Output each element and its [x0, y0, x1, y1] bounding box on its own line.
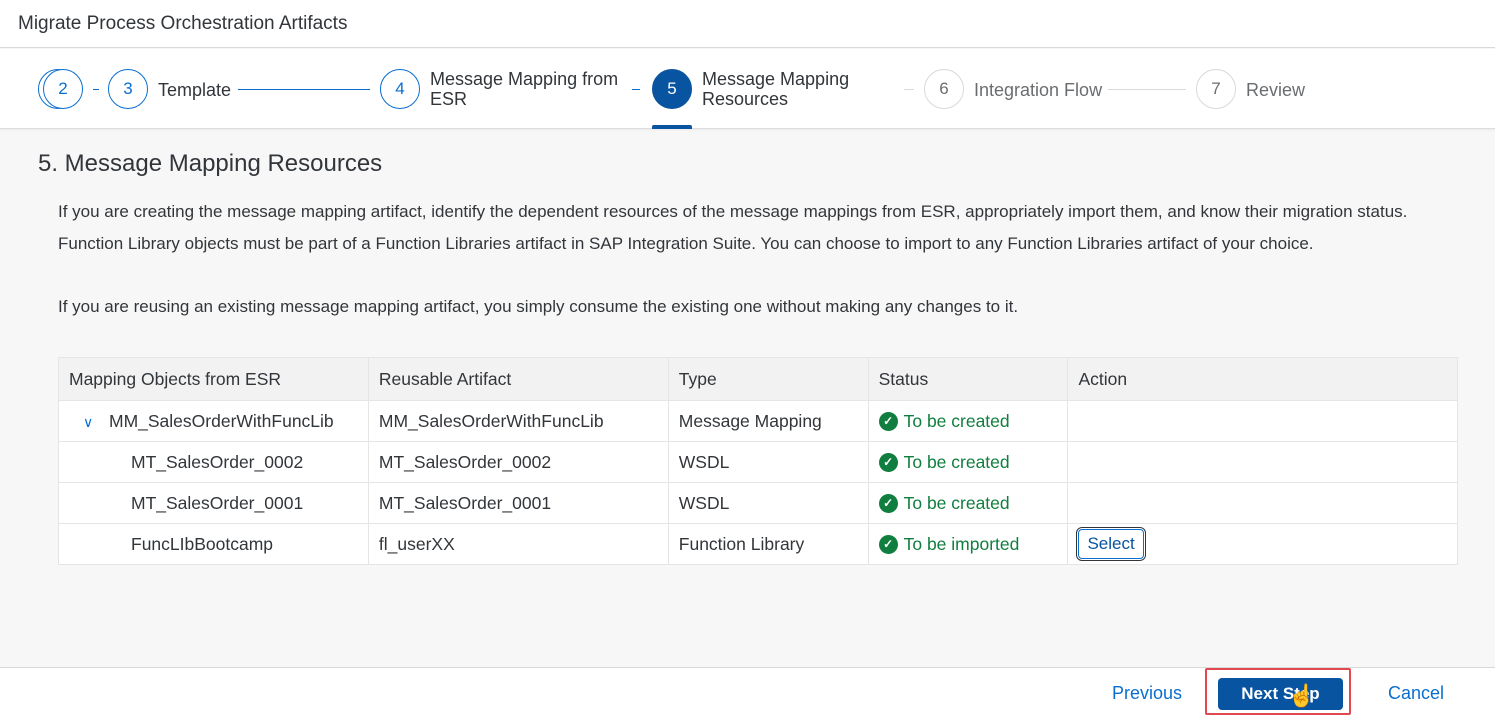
dialog-title: Migrate Process Orchestration Artifacts [18, 13, 348, 34]
check-circle-icon: ✓ [878, 452, 898, 472]
status-text: To be created [903, 410, 1010, 431]
cell-action [1067, 400, 1458, 442]
column-header: Mapping Objects from ESR [58, 357, 369, 401]
cell-artifact: MM_SalesOrderWithFuncLib [367, 400, 669, 442]
column-header: Type [667, 357, 869, 401]
connector-6-7 [1108, 89, 1186, 90]
wizard-step-6[interactable]: 6 [924, 69, 964, 109]
object-name: MM_SalesOrderWithFuncLib [109, 410, 334, 431]
wizard-step-3-label[interactable]: Template [158, 80, 231, 100]
cell-artifact: MT_SalesOrder_0002 [367, 441, 669, 483]
cell-status: ✓ To be imported [867, 523, 1069, 565]
connector-5-6 [904, 89, 914, 90]
cell-type: Message Mapping [667, 400, 869, 442]
cell-artifact: fl_userXX [367, 523, 669, 565]
wizard-step-7-label[interactable]: Review [1246, 80, 1305, 100]
description-line-2: Function Library objects must be part of… [58, 234, 1314, 253]
footer-bar: Previous Next Step Cancel [0, 667, 1495, 715]
wizard-step-7[interactable]: 7 [1196, 69, 1236, 109]
cell-action [1067, 482, 1458, 524]
cell-object: MT_SalesOrder_0002 [58, 441, 369, 483]
status-text: To be imported [903, 533, 1020, 554]
cell-action: Select [1067, 523, 1458, 565]
table-row: FuncLIbBootcamp fl_userXX Function Libra… [58, 523, 1458, 565]
column-header: Status [867, 357, 1069, 401]
check-circle-icon: ✓ [878, 411, 898, 431]
cell-status: ✓ To be created [867, 441, 1069, 483]
select-button[interactable]: Select [1076, 527, 1146, 561]
wizard-step-5[interactable]: 5 [652, 69, 692, 109]
description-line-1: If you are creating the message mapping … [58, 202, 1408, 221]
wizard-step-6-label[interactable]: Integration Flow [974, 80, 1102, 100]
cell-status: ✓ To be created [867, 482, 1069, 524]
wizard-progress-bar: 2 3 Template 4 Message Mapping from ESR … [0, 49, 1495, 129]
column-header: Action [1067, 357, 1458, 401]
cell-type: WSDL [667, 482, 869, 524]
section-title: 5. Message Mapping Resources [38, 150, 383, 177]
title-bar: Migrate Process Orchestration Artifacts [0, 0, 1495, 48]
status-text: To be created [903, 492, 1010, 513]
table-row: ∨ MM_SalesOrderWithFuncLib MM_SalesOrderW… [58, 400, 1458, 442]
connector-4-5 [632, 89, 640, 90]
cancel-button[interactable]: Cancel [1388, 683, 1444, 704]
hand-pointer-icon: ☝ [1288, 683, 1316, 708]
description-reuse: If you are reusing an existing message m… [58, 297, 1019, 316]
wizard-step-2[interactable]: 2 [43, 69, 83, 109]
check-circle-icon: ✓ [878, 534, 898, 554]
chevron-down-icon[interactable]: ∨ [83, 414, 103, 431]
cell-object: MT_SalesOrder_0001 [58, 482, 369, 524]
table-row: MT_SalesOrder_0001 MT_SalesOrder_0001 WS… [58, 482, 1458, 524]
cell-artifact: MT_SalesOrder_0001 [367, 482, 669, 524]
active-step-indicator [652, 125, 692, 129]
connector-3-4 [238, 89, 370, 90]
wizard-step-4-label[interactable]: Message Mapping from ESR [430, 69, 630, 109]
table-row: MT_SalesOrder_0002 MT_SalesOrder_0002 WS… [58, 441, 1458, 483]
wizard-step-5-label[interactable]: Message Mapping Resources [702, 69, 882, 109]
column-header: Reusable Artifact [367, 357, 669, 401]
cell-object: FuncLIbBootcamp [58, 523, 369, 565]
previous-button[interactable]: Previous [1112, 683, 1182, 704]
next-step-button[interactable]: Next Step [1218, 678, 1343, 710]
check-circle-icon: ✓ [878, 493, 898, 513]
resources-table: Mapping Objects from ESR Reusable Artifa… [58, 357, 1458, 565]
connector-2-3 [93, 89, 99, 90]
cell-object: ∨ MM_SalesOrderWithFuncLib [58, 400, 369, 442]
wizard-step-3[interactable]: 3 [108, 69, 148, 109]
status-text: To be created [903, 451, 1010, 472]
cell-status: ✓ To be created [867, 400, 1069, 442]
next-step-highlight: Next Step [1205, 668, 1351, 715]
table-header-row: Mapping Objects from ESR Reusable Artifa… [58, 357, 1458, 401]
cell-type: Function Library [667, 523, 869, 565]
wizard-step-4[interactable]: 4 [380, 69, 420, 109]
cell-action [1067, 441, 1458, 483]
cell-type: WSDL [667, 441, 869, 483]
